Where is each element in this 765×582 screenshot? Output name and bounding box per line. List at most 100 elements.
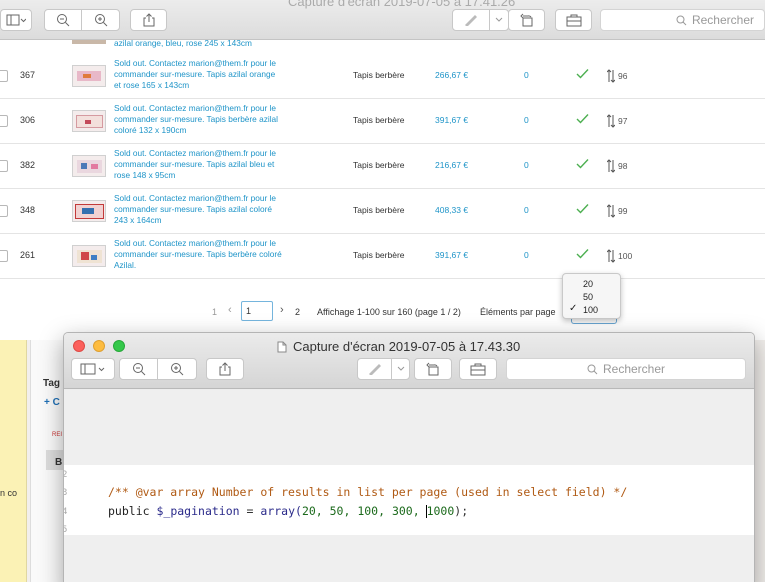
- row-checkbox[interactable]: [0, 250, 8, 262]
- markup-button[interactable]: [358, 359, 392, 379]
- page-next-chevron-icon[interactable]: ›: [280, 304, 284, 316]
- per-page-label: Éléments par page: [480, 307, 556, 317]
- page-number-input[interactable]: 1: [241, 301, 273, 321]
- product-quantity[interactable]: 0: [524, 70, 529, 80]
- partial-product-name[interactable]: azilal orange, bleu, rose 245 x 143cm: [114, 38, 252, 48]
- product-price[interactable]: 266,67 €: [435, 70, 468, 80]
- sidebar-icon: [80, 363, 105, 375]
- code-variable: $_pagination: [156, 504, 240, 518]
- table-row[interactable]: 348 Sold out. Contactez marion@them.fr p…: [0, 189, 765, 234]
- toolbox-button[interactable]: [555, 9, 592, 31]
- share-button[interactable]: [130, 9, 167, 31]
- drag-arrows-icon[interactable]: [607, 249, 615, 263]
- position-cell[interactable]: 99: [607, 204, 627, 218]
- front-window: Capture d'écran 2019-07-05 à 17.43.30 Re…: [63, 332, 755, 582]
- product-price[interactable]: 391,67 €: [435, 115, 468, 125]
- zoom-in-button[interactable]: [82, 10, 119, 30]
- product-name-link[interactable]: Sold out. Contactez marion@them.fr pour …: [114, 58, 284, 91]
- checkmark-icon[interactable]: [576, 68, 589, 79]
- position-value: 100: [618, 251, 633, 261]
- per-page-option[interactable]: 20: [583, 279, 593, 289]
- table-row[interactable]: 306 Sold out. Contactez marion@them.fr p…: [0, 99, 765, 144]
- zoom-out-button[interactable]: [120, 359, 158, 379]
- zoom-button-group: [44, 9, 120, 31]
- row-checkbox[interactable]: [0, 70, 8, 82]
- drag-arrows-icon[interactable]: [607, 159, 615, 173]
- table-row[interactable]: 382 Sold out. Contactez marion@them.fr p…: [0, 144, 765, 189]
- partial-thumbnail: [72, 40, 106, 44]
- position-cell[interactable]: 98: [607, 159, 627, 173]
- product-thumbnail[interactable]: [72, 200, 106, 222]
- per-page-dropdown: 20 50 ✓ 100: [562, 273, 621, 319]
- line-number: 3: [64, 488, 67, 498]
- code-operator: =: [246, 504, 254, 518]
- position-cell[interactable]: 100: [607, 249, 632, 263]
- product-name-link[interactable]: Sold out. Contactez marion@them.fr pour …: [114, 103, 284, 136]
- close-button[interactable]: [73, 340, 85, 352]
- position-cell[interactable]: 96: [607, 69, 627, 83]
- drag-arrows-icon[interactable]: [607, 69, 615, 83]
- drag-arrows-icon[interactable]: [607, 114, 615, 128]
- rotate-button[interactable]: [508, 9, 545, 31]
- product-quantity[interactable]: 0: [524, 160, 529, 170]
- search-field[interactable]: Rechercher: [600, 9, 765, 31]
- product-price[interactable]: 408,33 €: [435, 205, 468, 215]
- zoom-button[interactable]: [113, 340, 125, 352]
- product-name-link[interactable]: Sold out. Contactez marion@them.fr pour …: [114, 193, 284, 226]
- code-numbers: 20, 50, 100, 300,: [301, 504, 427, 518]
- search-placeholder: Rechercher: [691, 13, 754, 27]
- zoom-out-icon: [132, 363, 145, 376]
- table-row[interactable]: 261 Sold out. Contactez marion@them.fr p…: [0, 234, 765, 279]
- markup-button-group: [357, 358, 410, 380]
- search-field[interactable]: Rechercher: [506, 358, 746, 380]
- sidebar-toggle-button[interactable]: [0, 9, 32, 31]
- toolbox-button[interactable]: [459, 358, 497, 380]
- per-page-option-selected[interactable]: 100: [583, 305, 598, 315]
- markup-menu-button[interactable]: [392, 359, 409, 379]
- row-checkbox[interactable]: [0, 160, 8, 172]
- drag-arrows-icon[interactable]: [607, 204, 615, 218]
- minimize-button[interactable]: [93, 340, 105, 352]
- product-thumbnail[interactable]: [72, 155, 106, 177]
- chevron-down-icon: [397, 366, 404, 371]
- pagination-summary: Affichage 1-100 sur 160 (page 1 / 2): [317, 307, 461, 317]
- markup-menu-button[interactable]: [490, 10, 508, 30]
- page-prev-chevron-icon[interactable]: ‹: [228, 304, 232, 316]
- add-tag-link[interactable]: + C: [44, 397, 60, 408]
- position-cell[interactable]: 97: [607, 114, 627, 128]
- product-thumbnail[interactable]: [72, 245, 106, 267]
- per-page-option[interactable]: 50: [583, 292, 593, 302]
- checkmark-icon[interactable]: [576, 158, 589, 169]
- product-category: Tapis berbère: [353, 250, 405, 260]
- product-name-link[interactable]: Sold out. Contactez marion@them.fr pour …: [114, 148, 284, 181]
- product-name-link[interactable]: Sold out. Contactez marion@them.fr pour …: [114, 238, 284, 271]
- checkmark-icon[interactable]: [576, 203, 589, 214]
- toolbox-icon: [470, 363, 486, 375]
- product-quantity[interactable]: 0: [524, 250, 529, 260]
- zoom-out-button[interactable]: [45, 10, 82, 30]
- product-id: 367: [20, 70, 36, 80]
- checkmark-icon[interactable]: [576, 113, 589, 124]
- code-terminator: );: [454, 504, 469, 518]
- product-quantity[interactable]: 0: [524, 205, 529, 215]
- page-first-link[interactable]: 1: [212, 307, 217, 317]
- product-quantity[interactable]: 0: [524, 115, 529, 125]
- front-titlebar: Capture d'écran 2019-07-05 à 17.43.30 Re…: [64, 333, 754, 389]
- product-thumbnail[interactable]: [72, 110, 106, 132]
- sidebar-toggle-button[interactable]: [71, 358, 115, 380]
- code-function: array(: [260, 504, 302, 518]
- code-declaration-line: public $_pagination = array(20, 50, 100,…: [108, 504, 468, 518]
- product-price[interactable]: 216,67 €: [435, 160, 468, 170]
- red-label: REI: [52, 432, 63, 438]
- markup-button[interactable]: [453, 10, 490, 30]
- table-row[interactable]: 367 Sold out. Contactez marion@them.fr p…: [0, 54, 765, 99]
- product-thumbnail[interactable]: [72, 65, 106, 87]
- rotate-button[interactable]: [414, 358, 452, 380]
- product-price[interactable]: 391,67 €: [435, 250, 468, 260]
- row-checkbox[interactable]: [0, 115, 8, 127]
- checkmark-icon[interactable]: [576, 248, 589, 259]
- row-checkbox[interactable]: [0, 205, 8, 217]
- zoom-in-button[interactable]: [158, 359, 196, 379]
- share-button[interactable]: [206, 358, 244, 380]
- page-next-link[interactable]: 2: [295, 307, 300, 317]
